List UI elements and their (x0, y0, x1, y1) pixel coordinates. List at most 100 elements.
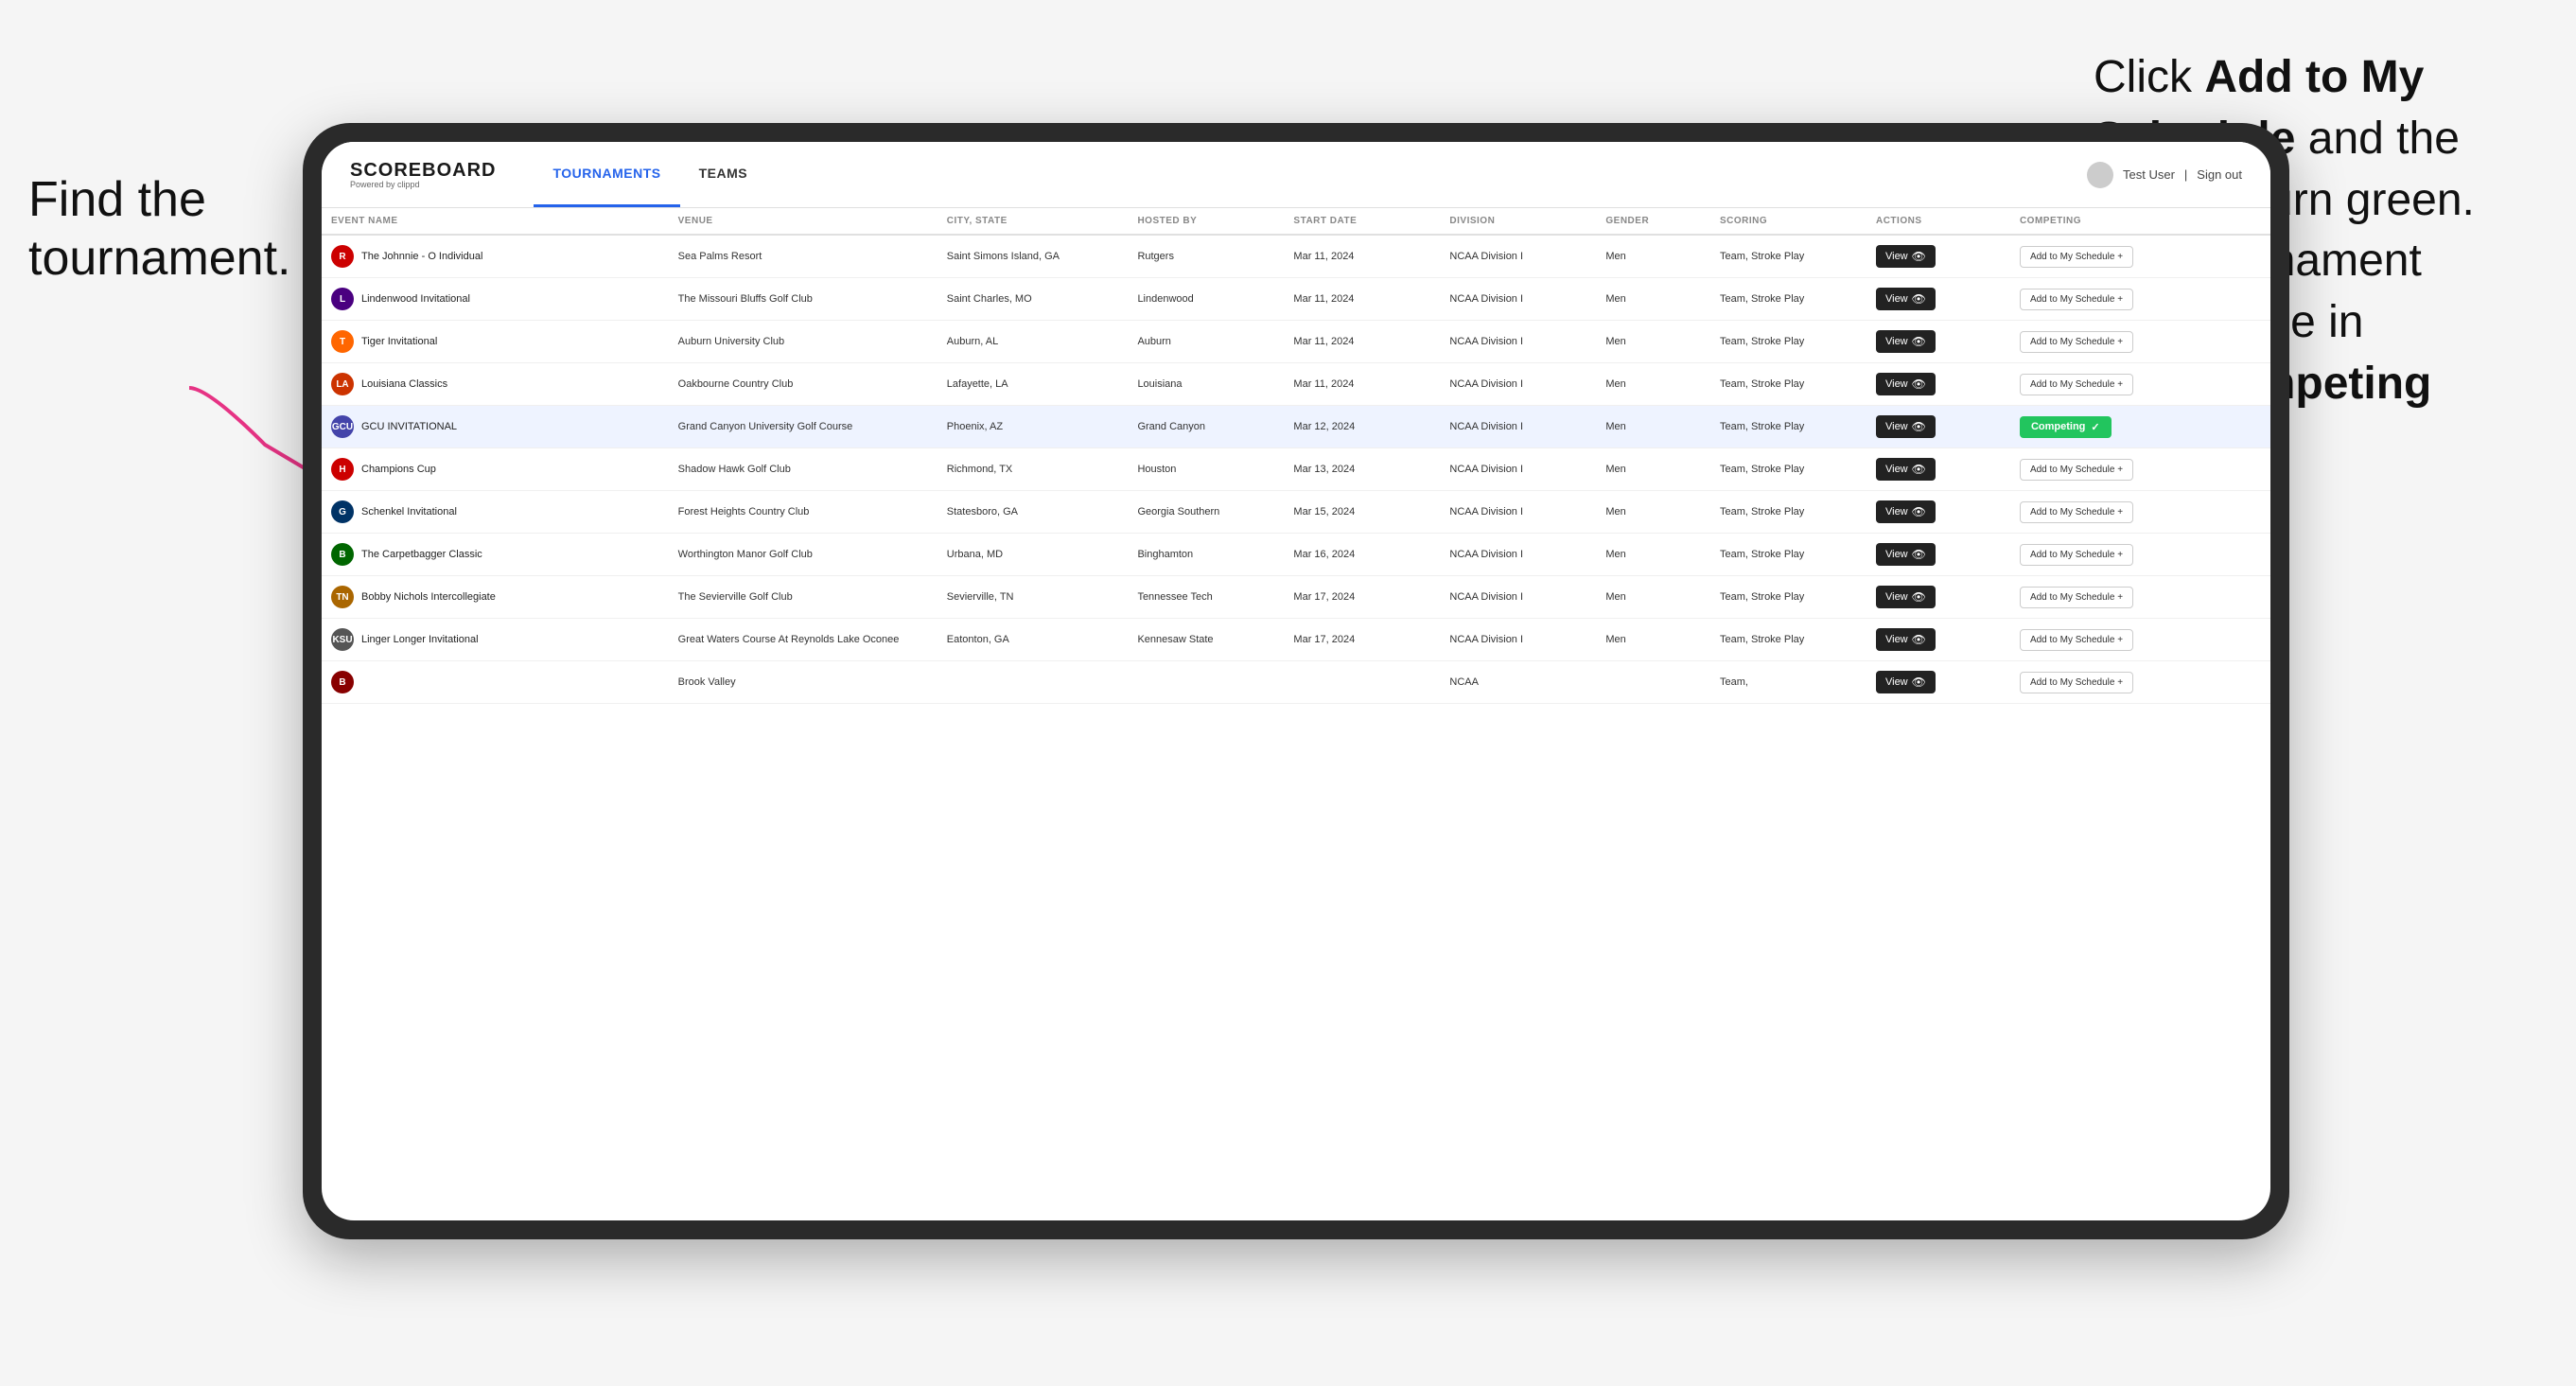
add-to-schedule-button[interactable]: Add to My Schedule + (2020, 544, 2133, 566)
cell-city (938, 661, 1129, 704)
cell-event: G Schenkel Invitational (322, 491, 669, 534)
add-to-schedule-button[interactable]: Add to My Schedule + (2020, 672, 2133, 693)
add-to-schedule-button[interactable]: Add to My Schedule + (2020, 459, 2133, 481)
col-header-gender: GENDER (1596, 208, 1710, 235)
cell-venue: The Sevierville Golf Club (669, 576, 938, 619)
cell-actions: View 👁 (1866, 661, 2010, 704)
cell-gender: Men (1596, 576, 1710, 619)
tab-tournaments[interactable]: TOURNAMENTS (534, 142, 679, 207)
cell-hosted: Tennessee Tech (1128, 576, 1284, 619)
cell-competing: Add to My Schedule + (2010, 321, 2270, 363)
sign-out-link[interactable]: Sign out (2197, 167, 2242, 182)
cell-gender: Men (1596, 363, 1710, 406)
competing-button[interactable]: Competing ✓ (2020, 416, 2112, 438)
cell-actions: View 👁 (1866, 534, 2010, 576)
cell-gender: Men (1596, 491, 1710, 534)
add-to-schedule-button[interactable]: Add to My Schedule + (2020, 629, 2133, 651)
cell-competing: Add to My Schedule + (2010, 576, 2270, 619)
cell-gender: Men (1596, 278, 1710, 321)
cell-gender: Men (1596, 534, 1710, 576)
team-logo: TN (331, 586, 354, 608)
table-row: TN Bobby Nichols Intercollegiate The Sev… (322, 576, 2270, 619)
event-name: Schenkel Invitational (361, 506, 457, 518)
eye-icon: 👁 (1912, 292, 1926, 306)
cell-scoring: Team, (1710, 661, 1866, 704)
tablet-frame: SCOREBOARD Powered by clippd TOURNAMENTS… (303, 123, 2289, 1239)
cell-date: Mar 11, 2024 (1284, 235, 1440, 278)
view-button[interactable]: View 👁 (1876, 330, 1936, 353)
view-button[interactable]: View 👁 (1876, 245, 1936, 268)
table-header-row: EVENT NAME VENUE CITY, STATE HOSTED BY S… (322, 208, 2270, 235)
cell-division: NCAA Division I (1440, 363, 1596, 406)
add-to-schedule-button[interactable]: Add to My Schedule + (2020, 331, 2133, 353)
user-name: Test User (2123, 167, 2175, 182)
view-button[interactable]: View 👁 (1876, 628, 1936, 651)
cell-date (1284, 661, 1440, 704)
cell-scoring: Team, Stroke Play (1710, 235, 1866, 278)
table-row: GCU GCU INVITATIONAL Grand Canyon Univer… (322, 406, 2270, 448)
cell-event: LA Louisiana Classics (322, 363, 669, 406)
view-button[interactable]: View 👁 (1876, 415, 1936, 438)
cell-gender (1596, 661, 1710, 704)
nav-tabs: TOURNAMENTS TEAMS (534, 142, 766, 207)
view-button[interactable]: View 👁 (1876, 543, 1936, 566)
nav-divider: | (2184, 167, 2187, 182)
cell-hosted: Houston (1128, 448, 1284, 491)
col-header-event: EVENT NAME (322, 208, 669, 235)
cell-date: Mar 15, 2024 (1284, 491, 1440, 534)
cell-division: NCAA (1440, 661, 1596, 704)
cell-division: NCAA Division I (1440, 534, 1596, 576)
cell-venue: The Missouri Bluffs Golf Club (669, 278, 938, 321)
cell-city: Lafayette, LA (938, 363, 1129, 406)
cell-event: H Champions Cup (322, 448, 669, 491)
cell-city: Auburn, AL (938, 321, 1129, 363)
view-button[interactable]: View 👁 (1876, 288, 1936, 310)
cell-gender: Men (1596, 619, 1710, 661)
view-button[interactable]: View 👁 (1876, 373, 1936, 395)
cell-actions: View 👁 (1866, 491, 2010, 534)
logo-area: SCOREBOARD Powered by clippd (350, 160, 496, 189)
app-logo: SCOREBOARD (350, 160, 496, 182)
cell-event: T Tiger Invitational (322, 321, 669, 363)
add-to-schedule-button[interactable]: Add to My Schedule + (2020, 289, 2133, 310)
user-avatar (2087, 162, 2113, 188)
view-button[interactable]: View 👁 (1876, 671, 1936, 693)
view-button[interactable]: View 👁 (1876, 500, 1936, 523)
cell-division: NCAA Division I (1440, 448, 1596, 491)
view-button[interactable]: View 👁 (1876, 458, 1936, 481)
cell-scoring: Team, Stroke Play (1710, 278, 1866, 321)
add-to-schedule-button[interactable]: Add to My Schedule + (2020, 587, 2133, 608)
tournaments-table: EVENT NAME VENUE CITY, STATE HOSTED BY S… (322, 208, 2270, 704)
event-name: Louisiana Classics (361, 378, 447, 390)
cell-scoring: Team, Stroke Play (1710, 534, 1866, 576)
event-name: Champions Cup (361, 464, 436, 475)
table-row: T Tiger Invitational Auburn University C… (322, 321, 2270, 363)
cell-venue: Brook Valley (669, 661, 938, 704)
cell-gender: Men (1596, 235, 1710, 278)
eye-icon: 👁 (1912, 377, 1926, 391)
cell-hosted: Lindenwood (1128, 278, 1284, 321)
team-logo: G (331, 500, 354, 523)
tab-teams[interactable]: TEAMS (680, 142, 767, 207)
cell-competing: Add to My Schedule + (2010, 619, 2270, 661)
view-button[interactable]: View 👁 (1876, 586, 1936, 608)
cell-city: Statesboro, GA (938, 491, 1129, 534)
col-header-competing: COMPETING (2010, 208, 2270, 235)
col-header-city: CITY, STATE (938, 208, 1129, 235)
cell-scoring: Team, Stroke Play (1710, 406, 1866, 448)
add-to-schedule-button[interactable]: Add to My Schedule + (2020, 374, 2133, 395)
add-to-schedule-button[interactable]: Add to My Schedule + (2020, 246, 2133, 268)
cell-competing: Add to My Schedule + (2010, 661, 2270, 704)
cell-hosted: Binghamton (1128, 534, 1284, 576)
cell-competing: Add to My Schedule + (2010, 491, 2270, 534)
cell-scoring: Team, Stroke Play (1710, 619, 1866, 661)
table-row: G Schenkel Invitational Forest Heights C… (322, 491, 2270, 534)
cell-hosted (1128, 661, 1284, 704)
cell-division: NCAA Division I (1440, 278, 1596, 321)
cell-city: Urbana, MD (938, 534, 1129, 576)
table-row: B Brook ValleyNCAATeam, View 👁 Add to My… (322, 661, 2270, 704)
cell-city: Saint Simons Island, GA (938, 235, 1129, 278)
add-to-schedule-button[interactable]: Add to My Schedule + (2020, 501, 2133, 523)
cell-date: Mar 16, 2024 (1284, 534, 1440, 576)
cell-division: NCAA Division I (1440, 406, 1596, 448)
